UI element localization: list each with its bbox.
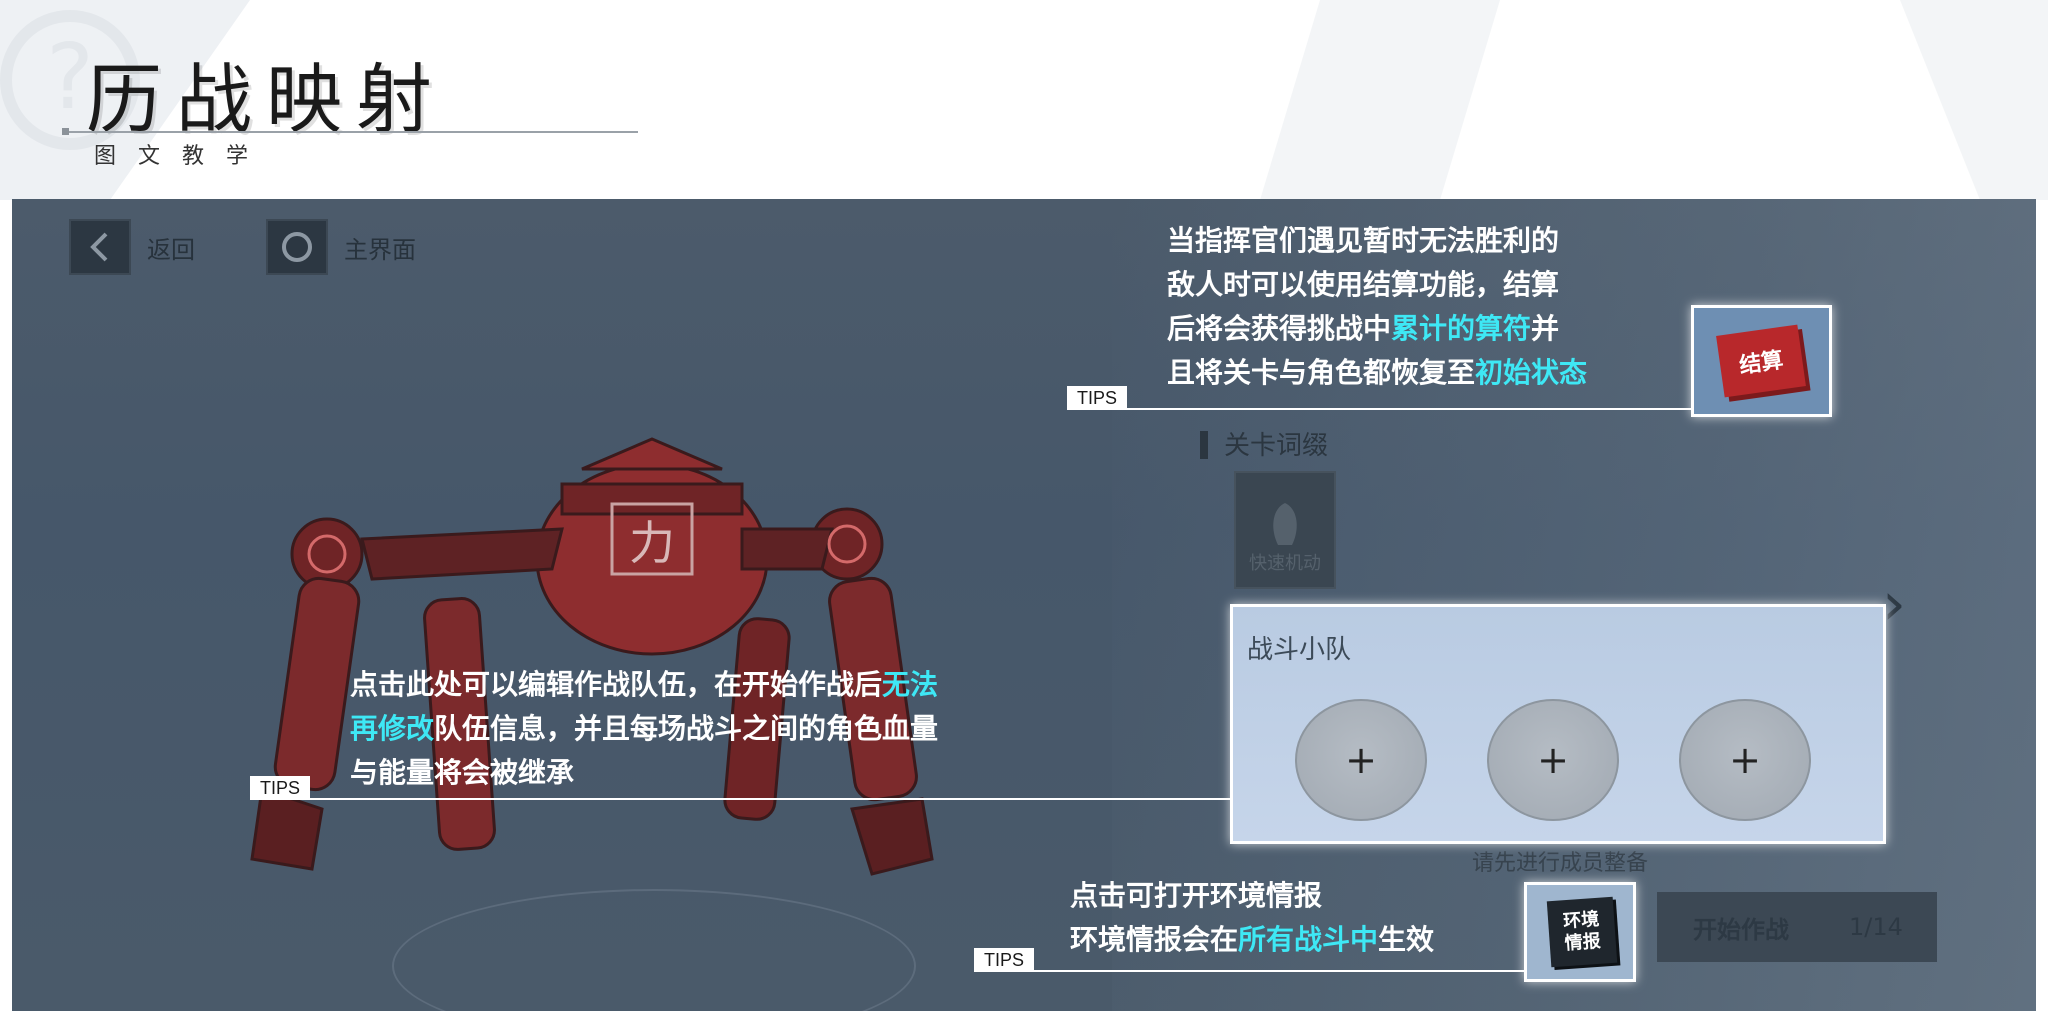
tip-1-line-1: 当指挥官们遇见暂时无法胜利的 — [1167, 219, 1587, 263]
back-button-label: 返回 — [147, 235, 195, 264]
stage-keyword-label: 关卡词缀 — [1224, 431, 1329, 461]
tutorial-screenshot-panel: 力 返回 主界面 关卡词缀 快速机动 › 请先进行成员整备 开始作战 1/14 … — [12, 199, 2036, 1011]
tip-1-line-3: 后将会获得挑战中累计的算符并 — [1167, 307, 1587, 351]
keyword-marker — [1200, 431, 1208, 459]
tip-2-line-2: 再修改队伍信息，并且每场战斗之间的角色血量 — [350, 707, 938, 751]
tip-3-line — [974, 970, 1526, 972]
page-subtitle: 图文教学 — [94, 144, 271, 169]
tip-2-line-1: 点击此处可以编辑作战队伍，在开始作战后无法 — [350, 663, 938, 707]
home-button-label: 主界面 — [344, 235, 416, 264]
tip-1-line-4: 且将关卡与角色都恢复至初始状态 — [1167, 351, 1587, 395]
tip-text-segment: 生效 — [1378, 923, 1435, 956]
team-slot-2[interactable]: + — [1487, 699, 1619, 821]
tip-text-segment: 后将会获得挑战中 — [1167, 312, 1392, 345]
team-slot-3[interactable]: + — [1679, 699, 1811, 821]
tip-text-segment: 环境情报会在 — [1070, 923, 1239, 956]
tip-1-line-2: 敌人时可以使用结算功能，结算 — [1167, 263, 1587, 307]
chevron-left-icon — [69, 219, 131, 275]
tip-3-text: 点击可打开环境情报 环境情报会在所有战斗中生效 — [1070, 874, 1434, 962]
tip-3-line-2: 环境情报会在所有战斗中生效 — [1070, 918, 1434, 962]
tip-text-segment: 队伍信息，并且每场战斗之间的角色血量 — [434, 712, 939, 745]
tip-text-segment: 点击此处可以编辑作战队伍，在开始作战后 — [350, 668, 883, 701]
tip-1-line — [1067, 408, 1693, 410]
tip-text-segment: 并 — [1531, 312, 1560, 345]
tip-highlight-text: 初始状态 — [1475, 356, 1588, 389]
settle-button[interactable]: 结算 — [1716, 324, 1806, 398]
penguin-icon — [1273, 503, 1297, 545]
team-slot-1[interactable]: + — [1295, 699, 1427, 821]
quick-move-label: 快速机动 — [1249, 553, 1321, 574]
tip-3-tag: TIPS — [974, 948, 1035, 972]
start-battle-label: 开始作战 — [1693, 915, 1789, 944]
tip-1-tag: TIPS — [1067, 386, 1128, 410]
env-label-line-1: 环境 — [1562, 908, 1600, 933]
tip-2-text: 点击此处可以编辑作战队伍，在开始作战后无法 再修改队伍信息，并且每场战斗之间的角色… — [350, 663, 938, 795]
battle-team-highlight-box[interactable]: 战斗小队 + + + — [1230, 604, 1886, 844]
tip-3-line-1: 点击可打开环境情报 — [1070, 874, 1434, 918]
start-battle-count: 1/14 — [1849, 913, 1903, 941]
title-underline-dot — [62, 128, 69, 135]
back-button[interactable]: 返回 — [69, 219, 195, 275]
circle-home-icon — [266, 219, 328, 275]
environment-intel-button[interactable]: 环境 情报 — [1546, 896, 1618, 968]
env-label-line-2: 情报 — [1564, 930, 1602, 955]
tip-2-tag: TIPS — [250, 776, 311, 800]
robot-badge-text: 力 — [629, 516, 675, 570]
battle-team-title: 战斗小队 — [1247, 635, 1352, 665]
settle-highlight-box[interactable]: 结算 — [1691, 305, 1832, 417]
prep-hint-text: 请先进行成员整备 — [1472, 851, 1649, 876]
home-button[interactable]: 主界面 — [266, 219, 416, 275]
quick-move-card[interactable]: 快速机动 — [1234, 471, 1336, 589]
tip-highlight-text: 再修改 — [350, 712, 435, 745]
tip-highlight-text: 所有战斗中 — [1238, 923, 1379, 956]
tip-1-text: 当指挥官们遇见暂时无法胜利的 敌人时可以使用结算功能，结算 后将会获得挑战中累计的算… — [1167, 219, 1587, 395]
tip-text-segment: 当指挥官们遇见暂时无法胜利的 — [1167, 224, 1560, 257]
tip-text-segment: 与能量将会被继承 — [350, 756, 575, 789]
tip-highlight-text: 累计的算符 — [1391, 312, 1532, 345]
environment-intel-highlight-box[interactable]: 环境 情报 — [1524, 882, 1636, 982]
tip-highlight-text: 无法 — [882, 668, 939, 701]
tip-text-segment: 敌人时可以使用结算功能，结算 — [1167, 268, 1560, 301]
tip-text-segment: 且将关卡与角色都恢复至 — [1167, 356, 1476, 389]
start-battle-button[interactable]: 开始作战 1/14 — [1657, 892, 1937, 962]
tip-2-line — [250, 798, 1232, 800]
tip-2-line-3: 与能量将会被继承 — [350, 751, 938, 795]
tip-text-segment: 点击可打开环境情报 — [1070, 879, 1323, 912]
title-underline — [64, 131, 638, 133]
